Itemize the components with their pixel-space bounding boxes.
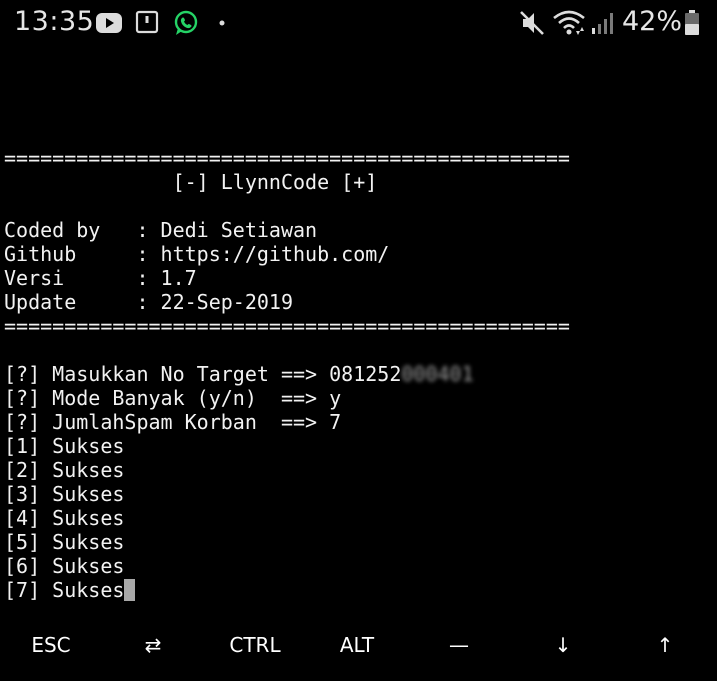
down-arrow-key[interactable]: ↓: [512, 618, 614, 672]
github-line: Github : https://github.com/: [4, 242, 390, 266]
wifi-icon: [553, 10, 585, 35]
terminal-output[interactable]: ========================================…: [4, 146, 714, 602]
version-line: Versi : 1.7: [4, 266, 197, 290]
ctrl-key[interactable]: CTRL: [204, 618, 306, 672]
status-bar: 13:35 42%: [0, 0, 717, 48]
target-prompt-label: [?] Masukkan No Target ==>: [4, 362, 330, 386]
dot-icon: [219, 20, 225, 26]
up-arrow-key[interactable]: ↑: [614, 618, 716, 672]
banner-title: [-] LlynnCode [+]: [4, 170, 378, 194]
result-line: [1] Sukses: [4, 434, 125, 458]
result-line: [2] Sukses: [4, 458, 125, 482]
esc-key[interactable]: ESC: [0, 618, 102, 672]
separator-line: ========================================…: [4, 146, 570, 170]
signal-icon: [592, 13, 613, 34]
alt-key[interactable]: ALT: [306, 618, 408, 672]
mute-icon: [520, 11, 544, 35]
update-line: Update : 22-Sep-2019: [4, 290, 293, 314]
result-line: [4] Sukses: [4, 506, 125, 530]
status-time: 13:35: [14, 6, 95, 37]
coded-by-line: Coded by : Dedi Setiawan: [4, 218, 318, 242]
notification-square-icon: [135, 10, 159, 34]
last-result-text: [7] Sukses: [4, 578, 125, 602]
whatsapp-icon: [174, 10, 198, 35]
spam-count-line: [?] JumlahSpam Korban ==> 7: [4, 410, 342, 434]
last-result-line: [7] Sukses: [4, 578, 714, 602]
result-line: [3] Sukses: [4, 482, 125, 506]
target-number-visible: 081252: [329, 362, 402, 386]
result-line: [6] Sukses: [4, 554, 125, 578]
result-line: [5] Sukses: [4, 530, 125, 554]
target-number-obscured: 000401: [401, 362, 474, 386]
extra-keys-bar: ESC ⇄ CTRL ALT — ↓ ↑: [0, 618, 717, 672]
battery-icon: [685, 10, 699, 35]
battery-percent: 42%: [622, 6, 683, 37]
separator-line: ========================================…: [4, 314, 570, 338]
youtube-icon: [96, 13, 122, 33]
tab-key[interactable]: ⇄: [102, 618, 204, 672]
mode-prompt-line: [?] Mode Banyak (y/n) ==> y: [4, 386, 342, 410]
terminal-cursor: [124, 579, 136, 601]
dash-key[interactable]: —: [408, 618, 510, 672]
target-prompt-line: [?] Masukkan No Target ==> 081252000401: [4, 362, 714, 386]
